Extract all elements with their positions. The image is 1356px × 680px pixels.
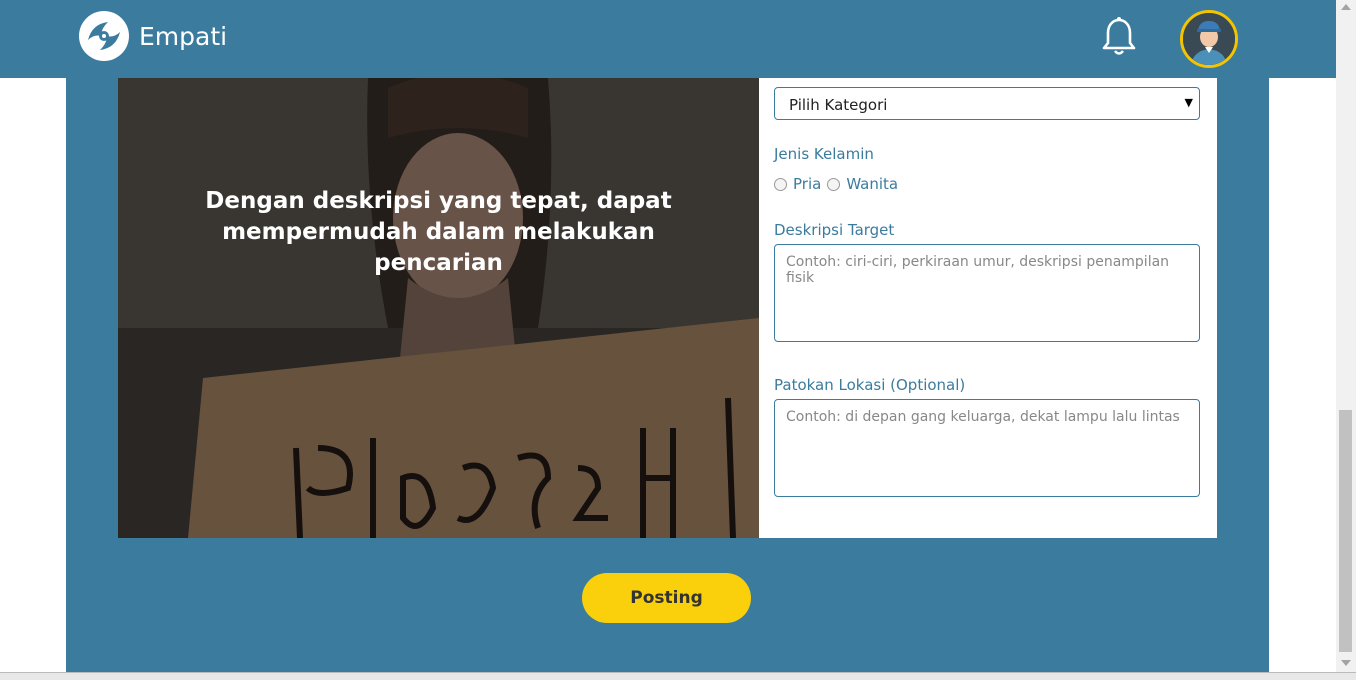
post-form: Pilih Kategori ▼ Jenis Kelamin Pria Wani…	[759, 78, 1217, 538]
posting-button[interactable]: Posting	[582, 573, 751, 623]
scrollbar[interactable]	[1336, 0, 1356, 672]
radio-pria[interactable]	[774, 177, 787, 191]
brand-logo-icon	[79, 11, 129, 61]
hero-image: Dengan deskripsi yang tepat, dapat mempe…	[118, 78, 759, 538]
location-placeholder: Contoh: di depan gang keluarga, dekat la…	[786, 409, 1180, 425]
dropdown-arrow-icon: ▼	[1184, 96, 1193, 109]
avatar[interactable]	[1180, 10, 1238, 68]
brand-name: Empati	[139, 21, 228, 51]
description-label: Deskripsi Target	[774, 221, 895, 239]
bottom-edge	[0, 672, 1356, 680]
hero-caption: Dengan deskripsi yang tepat, dapat mempe…	[205, 188, 672, 276]
scroll-down-arrow-icon[interactable]	[1341, 660, 1351, 666]
description-placeholder: Contoh: ciri-ciri, perkiraan umur, deskr…	[786, 254, 1170, 286]
radio-wanita[interactable]	[827, 177, 841, 191]
top-navbar: Empati	[0, 0, 1336, 78]
location-textarea[interactable]: Contoh: di depan gang keluarga, dekat la…	[774, 399, 1200, 497]
gender-radio-group: Pria Wanita	[774, 175, 898, 193]
category-select[interactable]: Pilih Kategori ▼	[774, 87, 1200, 120]
scroll-up-arrow-icon[interactable]	[1341, 4, 1351, 10]
radio-pria-label[interactable]: Pria	[793, 175, 821, 193]
location-label: Patokan Lokasi (Optional)	[774, 376, 966, 394]
user-avatar-icon	[1183, 13, 1235, 65]
main-content: Dengan deskripsi yang tepat, dapat mempe…	[66, 78, 1269, 672]
description-textarea[interactable]: Contoh: ciri-ciri, perkiraan umur, deskr…	[774, 244, 1200, 342]
scrollbar-thumb[interactable]	[1339, 410, 1352, 652]
brand[interactable]: Empati	[78, 10, 227, 62]
gender-label: Jenis Kelamin	[774, 145, 874, 163]
radio-wanita-label[interactable]: Wanita	[846, 175, 898, 193]
category-select-value: Pilih Kategori	[789, 96, 888, 114]
bell-icon[interactable]	[1099, 16, 1139, 58]
child-photo	[118, 78, 759, 538]
